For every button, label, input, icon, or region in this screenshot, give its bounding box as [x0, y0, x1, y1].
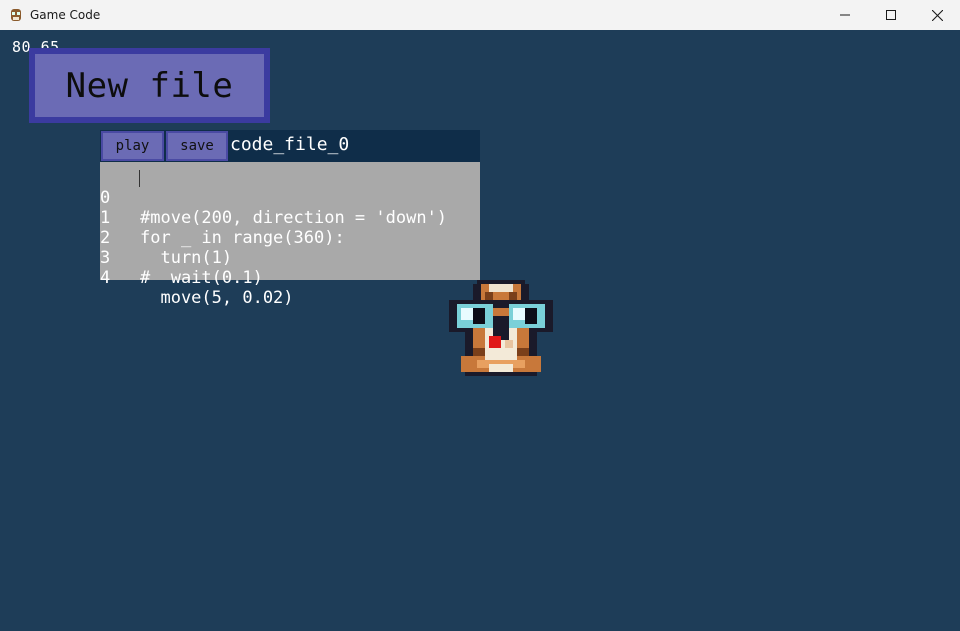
- line-number: 4: [100, 268, 111, 288]
- code-line: 3 # wait(0.1): [100, 228, 480, 288]
- nerd-cat-sprite: [449, 280, 553, 376]
- minimize-button[interactable]: [822, 0, 868, 30]
- window-title: Game Code: [30, 8, 101, 22]
- filename-field[interactable]: code_file_0: [230, 134, 349, 155]
- code-text-area[interactable]: 0 #move(200, direction = 'down') 1 for _…: [100, 162, 480, 308]
- code-line: 2 turn(1): [100, 208, 480, 268]
- text-cursor: [139, 170, 140, 187]
- close-button[interactable]: [914, 0, 960, 30]
- code-line: 4 move(5, 0.02): [100, 248, 480, 308]
- window-title-bar: Game Code: [0, 0, 960, 30]
- cat-app-icon: [11, 9, 21, 21]
- window-controls: [822, 0, 960, 30]
- maximize-button[interactable]: [868, 0, 914, 30]
- minimize-icon: [840, 14, 850, 16]
- new-file-button[interactable]: New file: [29, 48, 270, 123]
- code-line: 0 #move(200, direction = 'down'): [100, 168, 480, 228]
- play-button[interactable]: play: [101, 131, 164, 161]
- line-text: move(5, 0.02): [140, 288, 294, 308]
- editor-toolbar: play save code_file_0: [100, 130, 480, 162]
- save-button[interactable]: save: [166, 131, 228, 161]
- maximize-icon: [886, 10, 896, 20]
- close-icon: [931, 9, 943, 21]
- code-line: 1 for _ in range(360):: [100, 188, 480, 248]
- code-editor: play save code_file_0 0 #move(200, direc…: [100, 130, 480, 308]
